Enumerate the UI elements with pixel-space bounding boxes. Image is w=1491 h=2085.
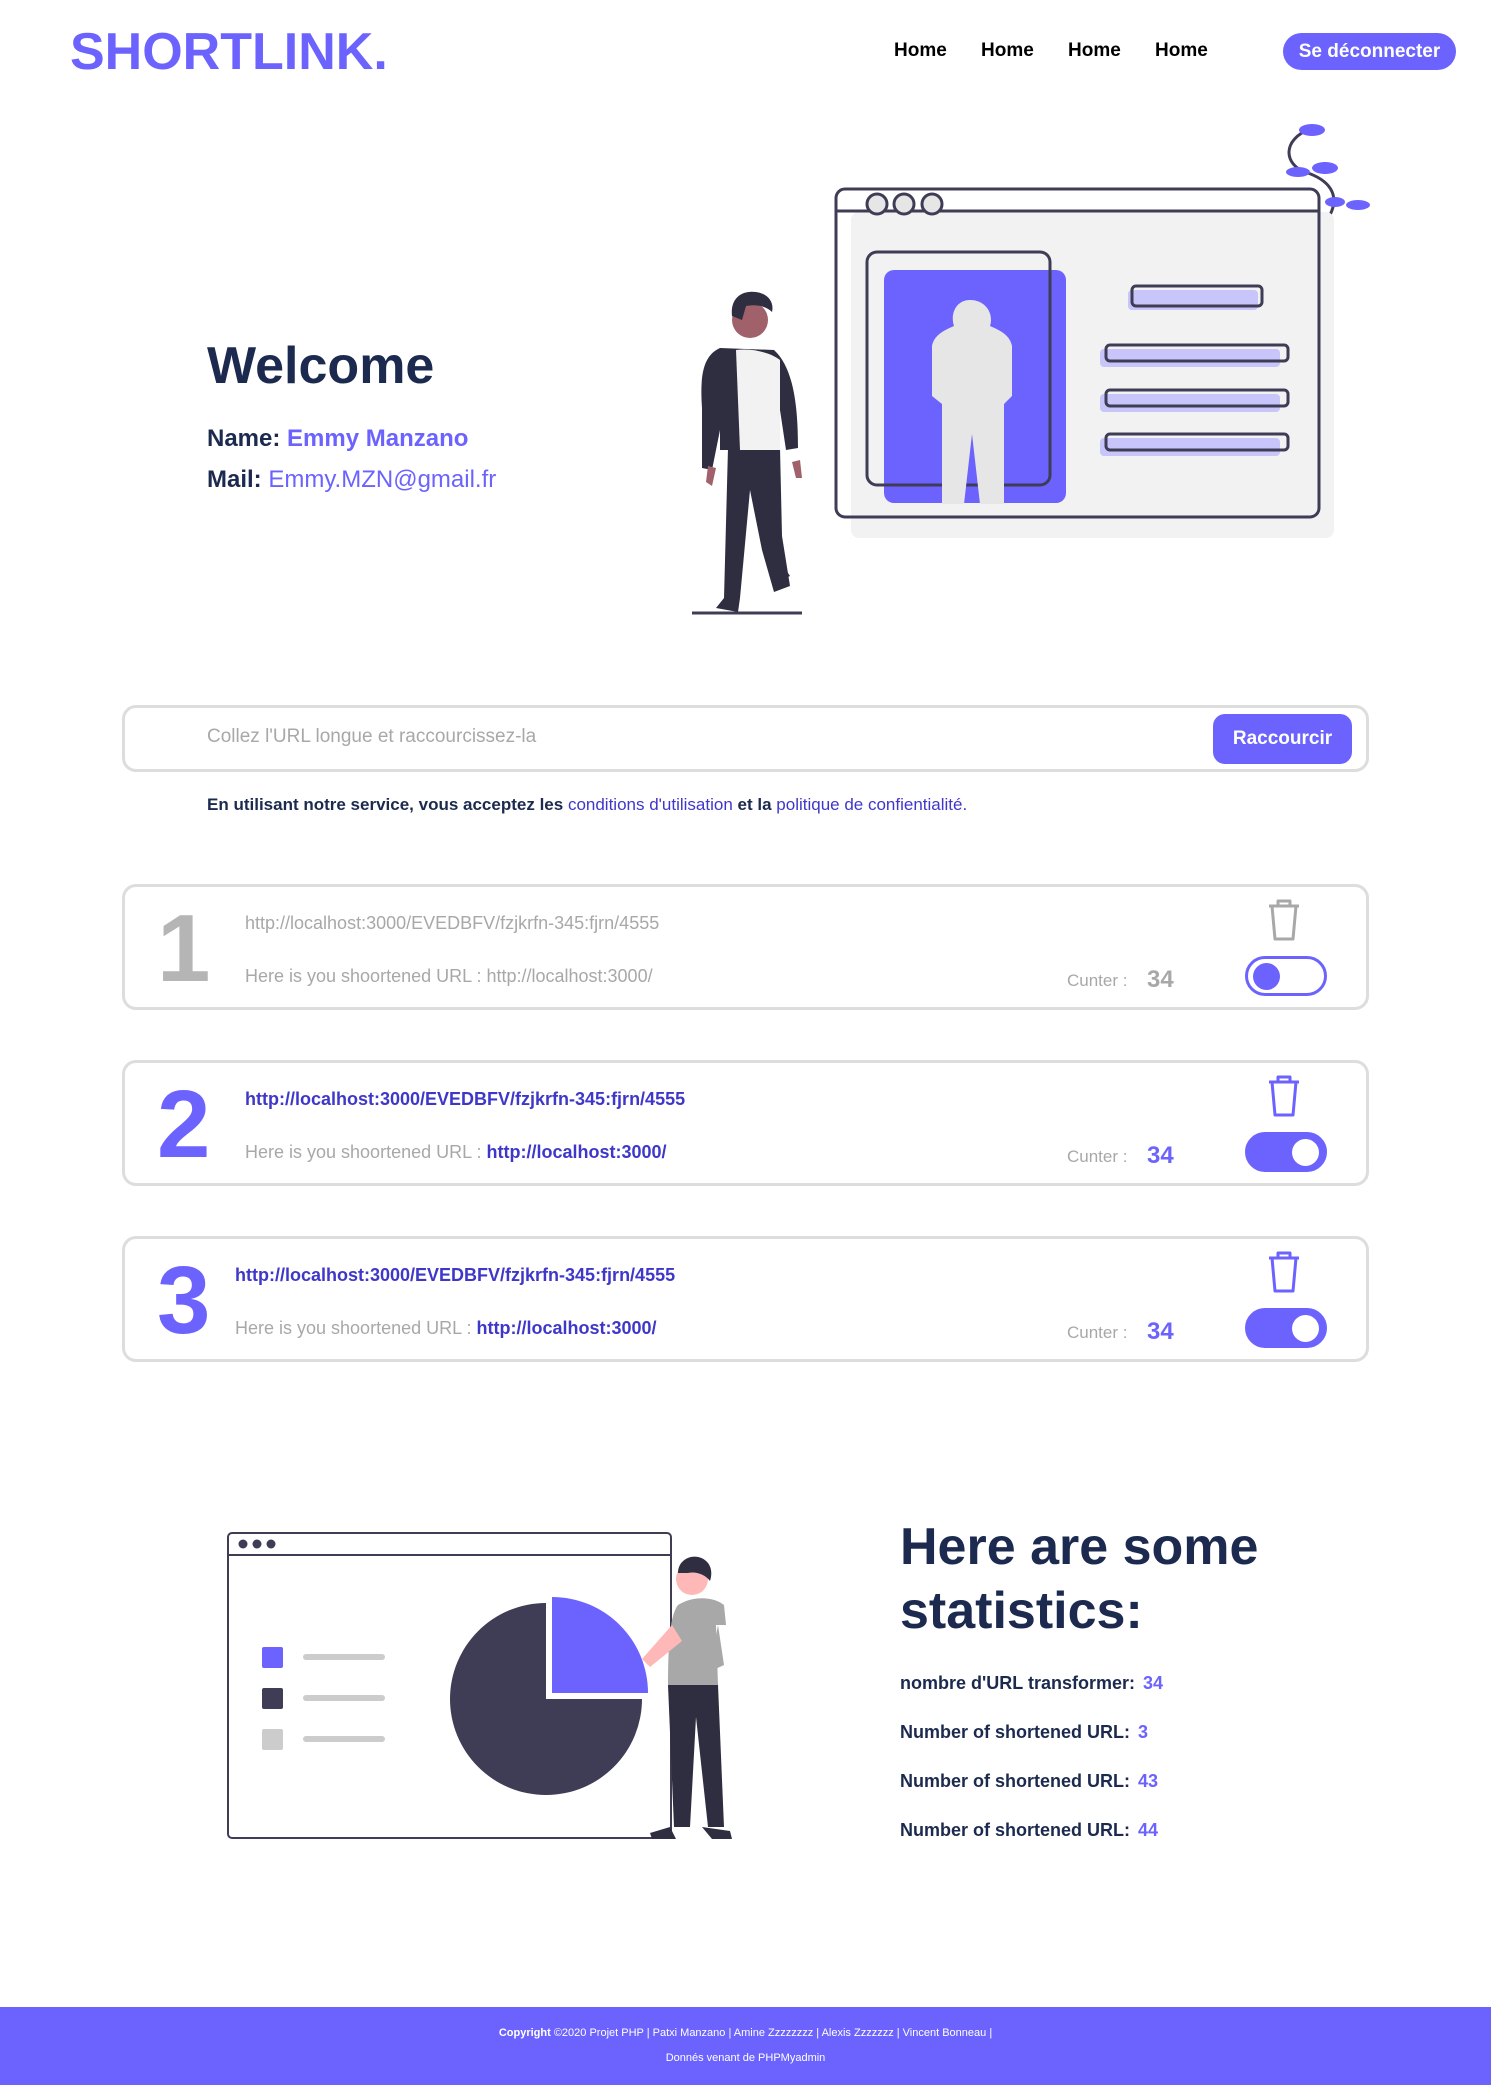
stat-item: Number of shortened URL: 3 xyxy=(900,1722,1148,1743)
trash-icon[interactable] xyxy=(1264,1074,1304,1118)
counter-value: 34 xyxy=(1147,1318,1174,1345)
trash-icon[interactable] xyxy=(1264,1250,1304,1294)
copyright-label: Copyright xyxy=(498,2027,551,2039)
link-number: 2 xyxy=(157,1071,211,1178)
short-url-line: Here is you shoortened URL : http://loca… xyxy=(235,1318,657,1339)
site-logo[interactable]: SHORTLINK. xyxy=(70,22,388,82)
link-card: 2 http://localhost:3000/EVEDBFV/fzjkrfn-… xyxy=(122,1060,1369,1186)
terms-of-use-link[interactable]: conditions d'utilisation xyxy=(568,795,733,814)
stat-item: Number of shortened URL: 44 xyxy=(900,1820,1158,1841)
footer: Copyright ©2020 Projet PHP | Patxi Manza… xyxy=(0,2007,1491,2085)
short-url[interactable]: http://localhost:3000/ xyxy=(476,1318,656,1338)
shorten-button[interactable]: Raccourcir xyxy=(1213,714,1352,764)
statistics-title-line2: statistics: xyxy=(900,1582,1143,1640)
enable-toggle[interactable] xyxy=(1245,1308,1327,1348)
stat-label: nombre d'URL transformer: xyxy=(900,1673,1135,1693)
counter-label: Cunter : xyxy=(1067,1147,1128,1166)
nav-home-1[interactable]: Home xyxy=(894,40,947,62)
short-url-line: Here is you shoortened URL : http://loca… xyxy=(245,1142,667,1163)
stat-item: Number of shortened URL: 43 xyxy=(900,1771,1158,1792)
stat-value: 3 xyxy=(1138,1722,1149,1742)
welcome-title: Welcome xyxy=(207,337,435,395)
user-name: Emmy Manzano xyxy=(287,425,469,452)
link-card: 3 http://localhost:3000/EVEDBFV/fzjkrfn-… xyxy=(122,1236,1369,1362)
toggle-knob xyxy=(1292,1315,1319,1342)
nav-home-4[interactable]: Home xyxy=(1155,40,1208,62)
user-mail: Emmy.MZN@gmail.fr xyxy=(268,466,497,493)
footer-credits: ©2020 Projet PHP | Patxi Manzano | Amine… xyxy=(553,2027,993,2039)
long-url[interactable]: http://localhost:3000/EVEDBFV/fzjkrfn-34… xyxy=(245,1089,685,1110)
stat-value: 34 xyxy=(1142,1673,1164,1693)
counter-label: Cunter : xyxy=(1067,1323,1128,1342)
trash-icon[interactable] xyxy=(1264,898,1304,942)
stat-value: 43 xyxy=(1138,1771,1159,1791)
nav-home-2[interactable]: Home xyxy=(981,40,1034,62)
counter-value: 34 xyxy=(1147,966,1174,993)
enable-toggle[interactable] xyxy=(1245,1132,1327,1172)
statistics-title: Here are some statistics: xyxy=(900,1515,1420,1643)
link-number: 3 xyxy=(157,1247,211,1354)
footer-copyright: Copyright ©2020 Projet PHP | Patxi Manza… xyxy=(0,2027,1491,2039)
link-card: 1 http://localhost:3000/EVEDBFV/fzjkrfn-… xyxy=(122,884,1369,1010)
long-url-input[interactable] xyxy=(207,726,1107,748)
short-url-line: Here is you shoortened URL : http://loca… xyxy=(245,966,653,987)
stat-value: 44 xyxy=(1138,1820,1159,1840)
short-url[interactable]: http://localhost:3000/ xyxy=(486,1142,666,1162)
stat-label: Number of shortened URL: xyxy=(900,1820,1131,1840)
counter-label: Cunter : xyxy=(1067,971,1128,990)
logout-button[interactable]: Se déconnecter xyxy=(1283,33,1456,70)
privacy-policy-link[interactable]: politique de confientialité. xyxy=(776,795,967,814)
nav-home-3[interactable]: Home xyxy=(1068,40,1121,62)
short-url-label: Here is you shoortened URL : xyxy=(245,966,482,986)
terms-middle: et la xyxy=(737,795,772,814)
mail-label: Mail: xyxy=(207,466,262,493)
profile-illustration xyxy=(692,124,1370,615)
footer-data-source: Donnés venant de PHPMyadmin xyxy=(665,2052,826,2064)
terms-prefix: En utilisant notre service, vous accepte… xyxy=(207,795,564,814)
statistics-illustration xyxy=(227,1532,732,1839)
enable-toggle[interactable] xyxy=(1245,956,1327,996)
stat-label: Number of shortened URL: xyxy=(900,1722,1131,1742)
short-url[interactable]: http://localhost:3000/ xyxy=(486,966,652,986)
toggle-knob xyxy=(1253,963,1280,990)
short-url-label: Here is you shoortened URL : xyxy=(245,1142,482,1162)
statistics-title-line1: Here are some xyxy=(900,1518,1259,1576)
name-label: Name: xyxy=(207,425,281,452)
user-mail-line: Mail: Emmy.MZN@gmail.fr xyxy=(207,466,496,494)
short-url-label: Here is you shoortened URL : xyxy=(235,1318,472,1338)
link-number: 1 xyxy=(157,895,211,1002)
shorten-form: Raccourcir xyxy=(122,705,1369,772)
counter-value: 34 xyxy=(1147,1142,1174,1169)
toggle-knob xyxy=(1292,1139,1319,1166)
stat-label: Number of shortened URL: xyxy=(900,1771,1131,1791)
long-url[interactable]: http://localhost:3000/EVEDBFV/fzjkrfn-34… xyxy=(235,1265,675,1286)
terms-notice: En utilisant notre service, vous accepte… xyxy=(207,795,967,815)
user-name-line: Name: Emmy Manzano xyxy=(207,425,468,453)
stat-item: nombre d'URL transformer: 34 xyxy=(900,1673,1163,1694)
long-url[interactable]: http://localhost:3000/EVEDBFV/fzjkrfn-34… xyxy=(245,913,659,934)
